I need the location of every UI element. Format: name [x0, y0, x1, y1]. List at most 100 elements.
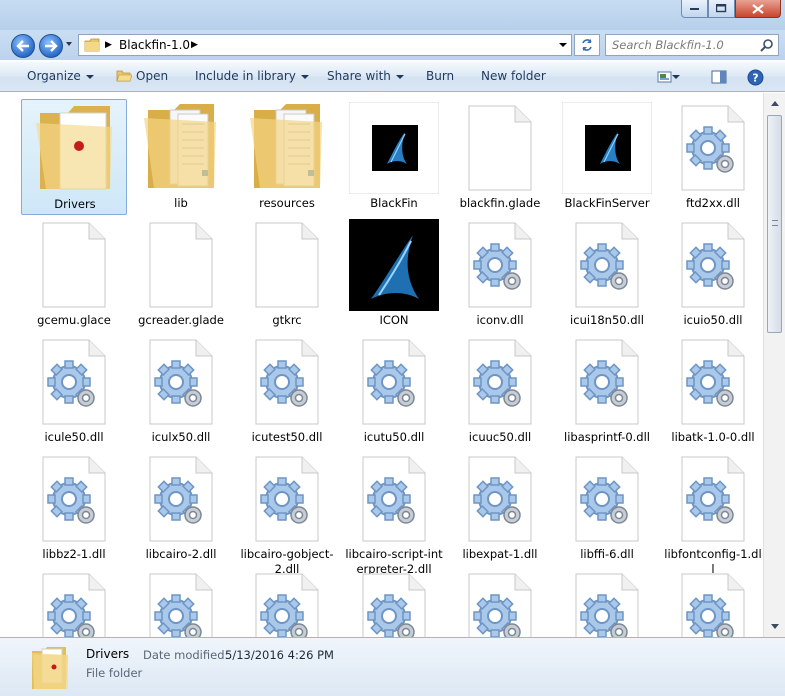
scrollbar-thumb[interactable] — [767, 115, 782, 333]
address-bar[interactable]: ▶ Blackfin-1.0 ▶ — [78, 34, 572, 56]
file-item[interactable]: iculx50.dll — [128, 333, 234, 449]
folder-item[interactable]: resources — [234, 99, 340, 215]
item-label: libasprintf-0.dll — [564, 430, 650, 444]
dll-file-icon — [455, 453, 545, 545]
file-item[interactable]: libasprintf-0.dll — [554, 333, 660, 449]
open-button[interactable]: Open — [116, 69, 168, 86]
file-item[interactable]: BlackFinServer — [554, 99, 660, 215]
file-item[interactable]: gcreader.glade — [128, 216, 234, 332]
file-item[interactable] — [447, 567, 553, 637]
address-dropdown-icon[interactable] — [559, 43, 567, 47]
minimize-button[interactable] — [681, 0, 708, 18]
forward-button[interactable] — [39, 34, 63, 58]
file-item[interactable]: icuuc50.dll — [447, 333, 553, 449]
item-label: iconv.dll — [476, 313, 524, 327]
file-item[interactable]: libcairo-2.dll — [128, 450, 234, 566]
back-button[interactable] — [11, 34, 35, 58]
preview-pane-icon[interactable] — [710, 68, 728, 86]
item-label: icui18n50.dll — [570, 313, 644, 327]
search-input[interactable] — [606, 35, 756, 55]
file-item[interactable] — [21, 567, 127, 637]
file-item[interactable]: icutu50.dll — [341, 333, 447, 449]
scroll-up-button[interactable] — [767, 96, 782, 111]
share-with-button[interactable]: Share with — [327, 69, 404, 83]
chevron-down-icon — [300, 74, 309, 79]
breadcrumb-blackfin[interactable]: Blackfin-1.0 — [119, 38, 190, 52]
file-item[interactable]: libatk-1.0-0.dll — [660, 333, 763, 449]
file-item[interactable]: icuio50.dll — [660, 216, 763, 332]
dll-file-icon — [455, 336, 545, 428]
file-item[interactable]: icutest50.dll — [234, 333, 340, 449]
file-item[interactable] — [554, 567, 660, 637]
file-item[interactable] — [660, 567, 763, 637]
dll-file-icon — [668, 219, 758, 311]
file-item[interactable] — [341, 567, 447, 637]
file-item[interactable]: ICON — [341, 216, 447, 332]
burn-button[interactable]: Burn — [426, 69, 454, 83]
chevron-down-icon — [85, 74, 94, 79]
file-item[interactable]: libcairo-script-int erpreter-2.dll — [341, 450, 447, 576]
item-label: gcemu.glace — [37, 313, 111, 327]
file-item[interactable]: BlackFin — [341, 99, 447, 215]
file-item[interactable]: ftd2xx.dll — [660, 99, 763, 215]
breadcrumb-separator-icon[interactable]: ▶ — [105, 40, 112, 50]
file-item[interactable]: gcemu.glace — [21, 216, 127, 332]
chevron-down-icon — [395, 74, 404, 79]
file-item[interactable]: libexpat-1.dll — [447, 450, 553, 566]
item-label: ftd2xx.dll — [686, 196, 740, 210]
dll-file-icon — [242, 336, 332, 428]
file-item[interactable]: icui18n50.dll — [554, 216, 660, 332]
folder-icon — [84, 38, 100, 55]
file-item[interactable]: icule50.dll — [21, 333, 127, 449]
file-item[interactable]: iconv.dll — [447, 216, 553, 332]
item-label: resources — [259, 196, 315, 210]
dll-file-icon — [29, 570, 119, 637]
item-label: libatk-1.0-0.dll — [671, 430, 755, 444]
document-icon — [455, 102, 545, 194]
folder-item[interactable]: Drivers — [21, 99, 127, 215]
file-item[interactable]: blackfin.glade — [447, 99, 553, 215]
maximize-button[interactable] — [708, 0, 735, 18]
file-item[interactable]: libffi-6.dll — [554, 450, 660, 566]
view-options-dropdown-icon[interactable] — [672, 74, 680, 80]
application-icon — [561, 101, 653, 195]
include-in-library-button[interactable]: Include in library — [195, 69, 309, 83]
search-icon[interactable] — [760, 38, 774, 55]
item-label: libbz2-1.dll — [42, 547, 106, 561]
refresh-button[interactable] — [574, 34, 600, 56]
dll-file-icon — [562, 570, 652, 637]
date-modified-label: Date modified: — [143, 648, 229, 662]
dll-file-icon — [562, 219, 652, 311]
vertical-scrollbar[interactable] — [763, 93, 785, 637]
folder-icon — [242, 102, 332, 194]
item-label: blackfin.glade — [459, 196, 541, 210]
item-label: icuuc50.dll — [468, 430, 532, 444]
scroll-down-button[interactable] — [767, 619, 782, 634]
help-icon[interactable]: ? — [746, 68, 764, 86]
dll-file-icon — [455, 219, 545, 311]
search-box[interactable] — [605, 34, 779, 56]
open-folder-icon — [116, 69, 133, 86]
details-name: Drivers — [86, 647, 130, 661]
file-item[interactable]: libbz2-1.dll — [21, 450, 127, 566]
organize-button[interactable]: Organize — [27, 69, 94, 83]
close-button[interactable] — [735, 0, 781, 18]
dll-file-icon — [242, 570, 332, 637]
new-folder-button[interactable]: New folder — [481, 69, 546, 83]
dll-file-icon — [29, 453, 119, 545]
file-item[interactable] — [128, 567, 234, 637]
dll-file-icon — [562, 336, 652, 428]
recent-pages-dropdown[interactable] — [66, 42, 72, 46]
item-label: icuio50.dll — [683, 313, 743, 327]
file-item[interactable]: gtkrc — [234, 216, 340, 332]
file-item[interactable] — [234, 567, 340, 637]
file-item[interactable]: libcairo-gobject- 2.dll — [234, 450, 340, 576]
file-view[interactable]: Drivers lib resources BlackFin blackfin.… — [0, 93, 763, 637]
folder-item[interactable]: lib — [128, 99, 234, 215]
application-icon — [348, 101, 440, 195]
forward-arrow-icon — [45, 40, 58, 52]
dll-file-icon — [668, 453, 758, 545]
item-label: lib — [174, 196, 188, 210]
file-item[interactable]: libfontconfig-1.dl l — [660, 450, 763, 576]
breadcrumb-separator-icon[interactable]: ▶ — [191, 40, 198, 50]
